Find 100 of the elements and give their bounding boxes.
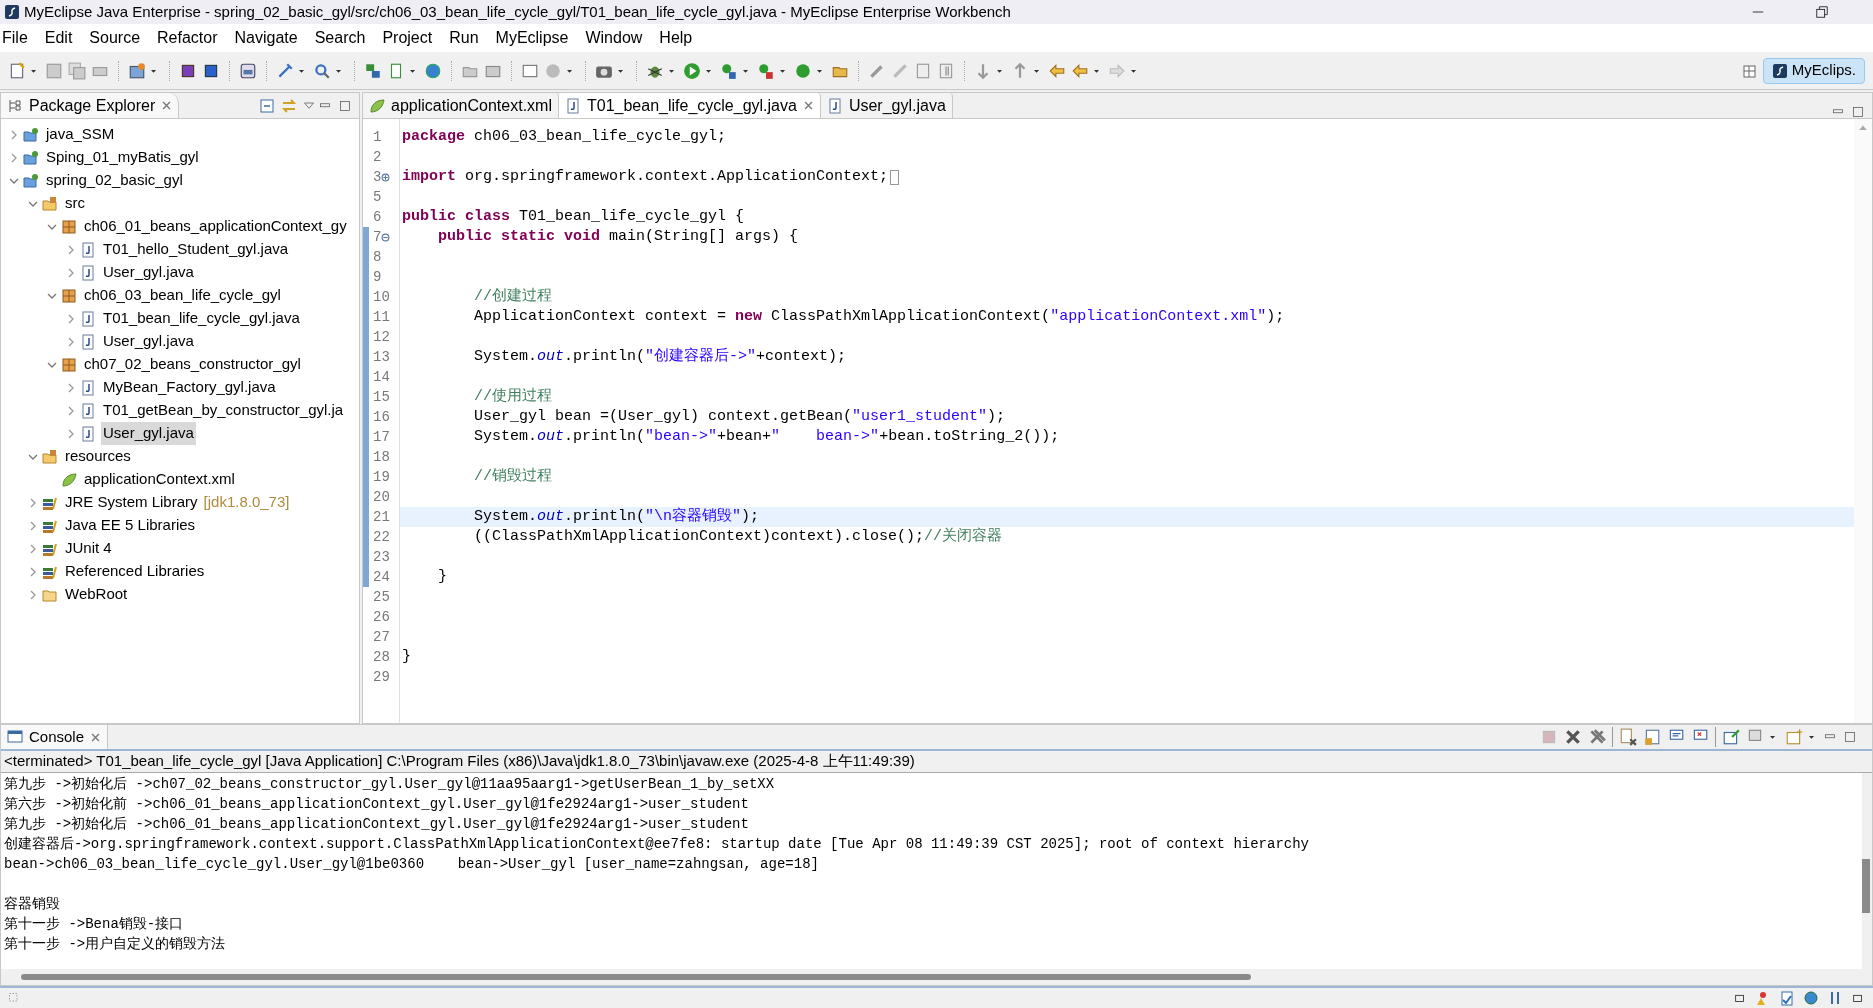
restore-icon[interactable] [1815,5,1829,19]
scrollbar[interactable] [1854,119,1872,723]
chevron-right-icon[interactable] [66,313,76,324]
tree-item[interactable]: MyBean_Factory_gyl.java [101,376,278,399]
pin-icon[interactable] [1722,728,1740,746]
back-icon[interactable] [1048,61,1066,80]
code-line: ((ClassPathXmlApplicationContext)context).close();//关闭容器 [473,526,1003,547]
chevron-right-icon[interactable] [28,589,38,600]
menu-item[interactable]: Help [659,26,693,50]
server-icon[interactable] [239,61,257,80]
chevron-right-icon[interactable] [66,405,76,416]
tree-item[interactable]: JRE System Library [63,491,200,514]
chevron-right-icon[interactable] [66,267,76,278]
maximize-icon[interactable] [1852,106,1864,118]
line-number: 18 [372,447,390,467]
save-icon[interactable] [45,61,63,80]
fold-minus-icon[interactable] [381,232,391,242]
menu-item[interactable]: Run [449,26,479,50]
tree-item[interactable]: ch06_03_bean_life_cycle_gyl [82,284,283,307]
code-line: } [437,566,447,587]
deploy-icon[interactable] [364,61,382,80]
line-number: 21 [372,507,390,527]
maximize-icon[interactable] [1844,731,1856,743]
tree-item[interactable]: Sping_01_myBatis_gyl [44,146,201,169]
scrollbar[interactable] [1862,859,1870,913]
tree-item[interactable]: spring_02_basic_gyl [44,169,185,192]
tree-item[interactable]: WebRoot [63,583,130,606]
tree-item[interactable]: Referenced Libraries [63,560,207,583]
chevron-right-icon[interactable] [28,543,38,554]
tree-item[interactable]: java_SSM [44,123,117,146]
fold-plus-icon[interactable] [381,172,391,182]
chevron-right-icon[interactable] [28,497,38,508]
console-header: <terminated> T01_bean_life_cycle_gyl [Java Application] C:\Program Files (x86)\Java\jdk1.8.0_73\bin\javaw.exe (2025-4-8 上午11:49:39) [4,751,915,772]
menu-item[interactable]: Navigate [234,26,298,50]
menu-item[interactable]: Window [585,26,643,50]
remove-icon[interactable] [1564,728,1582,746]
tree-item[interactable]: ch06_01_beans_applicationContext_gy [82,215,349,238]
chevron-right-icon[interactable] [66,382,76,393]
new-file-icon[interactable] [8,61,26,80]
editor-tab[interactable]: T01_bean_life_cycle_gyl.java [558,93,821,118]
tree-item[interactable]: ch07_02_beans_constructor_gyl [82,353,303,376]
tree-item[interactable]: User_gyl.java [101,422,196,445]
tree-item[interactable]: applicationContext.xml [82,468,237,491]
folded-marker[interactable] [890,169,900,185]
menu-item[interactable]: Search [314,26,366,50]
chevron-right-icon[interactable] [28,520,38,531]
close-icon[interactable] [90,731,102,743]
run-tool-icon[interactable] [720,61,738,80]
perspective-button[interactable]: MyEclips. [1762,57,1865,84]
tree-item[interactable]: src [63,192,87,215]
tree-item[interactable]: User_gyl.java [101,330,196,353]
stop-server-icon[interactable] [757,61,775,80]
maximize-icon[interactable] [339,99,351,112]
open-perspective-icon[interactable] [1741,62,1758,79]
tree-item[interactable]: T01_bean_life_cycle_gyl.java [101,307,302,330]
java-file-icon [80,310,96,327]
close-icon[interactable] [802,100,814,111]
console-line: 创建容器后->org.springframework.context.support.ClassPathXmlApplicationContext@ee7fe8: startup date [Tue Apr 08 11:49:39 CST 2025]; root of context hierarchy [4,835,1310,854]
scroll-lock-icon[interactable] [1643,728,1661,746]
tree-item[interactable]: resources [63,445,133,468]
tree-item[interactable]: Java EE 5 Libraries [63,514,198,537]
block-icon[interactable] [914,61,932,80]
chevron-right-icon[interactable] [9,129,19,140]
clear-console-icon[interactable] [1619,728,1637,746]
tree-item[interactable]: User_gyl.java [101,261,196,284]
java-file-icon [80,264,96,281]
save-all-icon[interactable] [68,61,86,80]
chevron-right-icon[interactable] [9,152,19,163]
chevron-right-icon[interactable] [28,566,38,577]
remove-all-icon[interactable] [1588,728,1606,746]
view-menu-icon[interactable] [303,99,315,112]
wand-icon[interactable] [276,61,294,80]
project-folder-icon [23,149,39,166]
menu-item[interactable]: Project [382,26,433,50]
arrow-up-icon[interactable] [1858,123,1868,133]
chevron-right-icon[interactable] [66,428,76,439]
line-number: 28 [372,647,390,667]
code-line: System.out.println("bean->"+bean+" bean->"+bean.toString_2()); [473,426,1060,447]
tree-item[interactable]: JUnit 4 [63,537,114,560]
line-number: 16 [372,407,390,427]
chevron-right-icon[interactable] [66,244,76,255]
collapse-all-icon[interactable] [259,97,275,114]
close-icon[interactable] [161,100,173,111]
menu-item[interactable]: Source [89,26,141,50]
tree-item[interactable]: T01_getBean_by_constructor_gyl.ja [101,399,346,422]
back-icon[interactable] [1071,61,1089,80]
link-arrows-icon[interactable] [281,97,297,114]
menu-item[interactable]: MyEclipse [495,26,569,50]
magnifier-icon[interactable] [313,61,331,80]
menu-item[interactable]: Refactor [157,26,218,50]
menu-item[interactable]: Edit [44,26,73,50]
clipboard-check-icon[interactable] [1779,990,1795,1006]
tree-item[interactable]: T01_hello_Student_gyl.java [101,238,291,261]
new-window-icon[interactable] [1785,728,1803,746]
play-icon[interactable] [683,61,701,80]
scrollbar[interactable] [21,974,1251,980]
library-version: [jdk1.8.0_73] [203,492,290,513]
menu-item[interactable]: File [2,26,28,50]
box-icon[interactable] [128,61,146,80]
chevron-right-icon[interactable] [66,336,76,347]
